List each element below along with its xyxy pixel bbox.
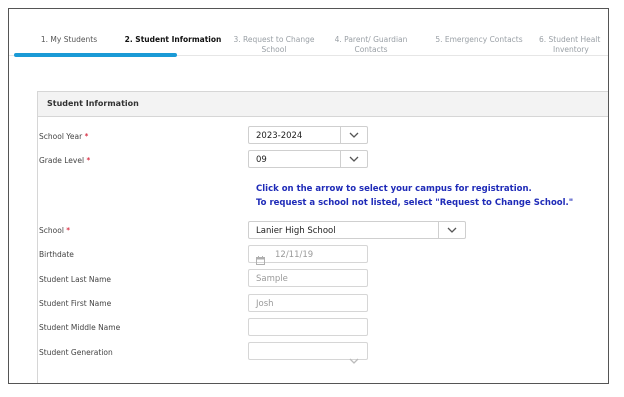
panel-header: Student Information <box>38 92 608 117</box>
required-mark: * <box>86 156 91 165</box>
step-label: 2. Student Information <box>124 35 222 44</box>
step-label: 1. My Students <box>40 35 98 44</box>
first-name-value: Josh <box>256 299 274 309</box>
step-label: 6. Student Healt <box>539 35 601 44</box>
step-label: 4. Parent/ Guardian <box>334 35 408 44</box>
birthdate-value: 12/11/19 <box>275 250 314 260</box>
grade-level-value: 09 <box>256 155 267 165</box>
grade-level-label: Grade Level * <box>39 156 90 165</box>
required-mark: * <box>66 226 71 235</box>
chevron-down-icon[interactable] <box>349 349 359 368</box>
step-student-health-inventory[interactable]: 6. Student Healt Inventory <box>539 35 608 55</box>
school-year-value: 2023-2024 <box>256 131 303 141</box>
last-name-field[interactable]: Sample <box>248 269 368 287</box>
birthdate-field[interactable]: 12/11/19 <box>248 245 368 265</box>
school-year-label: School Year * <box>39 132 88 141</box>
last-name-label: Student Last Name <box>39 275 112 284</box>
middle-name-field[interactable] <box>248 318 368 336</box>
required-mark: * <box>84 132 89 141</box>
panel-title: Student Information <box>47 99 139 108</box>
chevron-down-icon[interactable] <box>438 222 465 238</box>
step-label-2: Inventory <box>553 45 589 54</box>
school-value: Lanier High School <box>256 226 336 236</box>
step-parent-guardian-contacts[interactable]: 4. Parent/ Guardian Contacts <box>331 35 411 55</box>
school-year-select[interactable]: 2023-2024 <box>248 126 368 144</box>
birthdate-label: Birthdate <box>39 250 74 259</box>
step-label-2: Contacts <box>354 45 388 54</box>
chevron-down-icon[interactable] <box>340 151 367 167</box>
step-label: 5. Emergency Contacts <box>435 35 523 44</box>
last-name-value: Sample <box>256 274 288 284</box>
step-emergency-contacts[interactable]: 5. Emergency Contacts <box>434 35 524 45</box>
registration-window: 1. My Students 2. Student Information 3.… <box>8 8 609 384</box>
campus-instruction-line2: To request a school not listed, select "… <box>256 198 574 208</box>
calendar-icon[interactable] <box>256 250 265 269</box>
school-label: School * <box>39 226 70 235</box>
step-my-students[interactable]: 1. My Students <box>39 35 99 45</box>
school-label-text: School <box>39 226 64 235</box>
progress-bar <box>14 53 177 57</box>
school-select[interactable]: Lanier High School <box>248 221 466 239</box>
grade-level-select[interactable]: 09 <box>248 150 368 168</box>
middle-name-label: Student Middle Name <box>39 323 121 332</box>
generation-select[interactable] <box>248 342 368 364</box>
wizard-stepper: 1. My Students 2. Student Information 3.… <box>9 9 608 67</box>
generation-label: Student Generation <box>39 348 113 357</box>
school-year-label-text: School Year <box>39 132 83 141</box>
step-label-2: School <box>261 45 287 54</box>
step-student-information[interactable]: 2. Student Information <box>123 35 223 45</box>
step-label: 3. Request to Change <box>233 35 315 44</box>
grade-level-label-text: Grade Level <box>39 156 85 165</box>
chevron-down-icon[interactable] <box>340 127 367 143</box>
campus-instruction-line1: Click on the arrow to select your campus… <box>256 184 532 194</box>
first-name-field[interactable]: Josh <box>248 294 368 312</box>
first-name-label: Student First Name <box>39 299 112 308</box>
step-request-change-school[interactable]: 3. Request to Change School <box>229 35 319 55</box>
